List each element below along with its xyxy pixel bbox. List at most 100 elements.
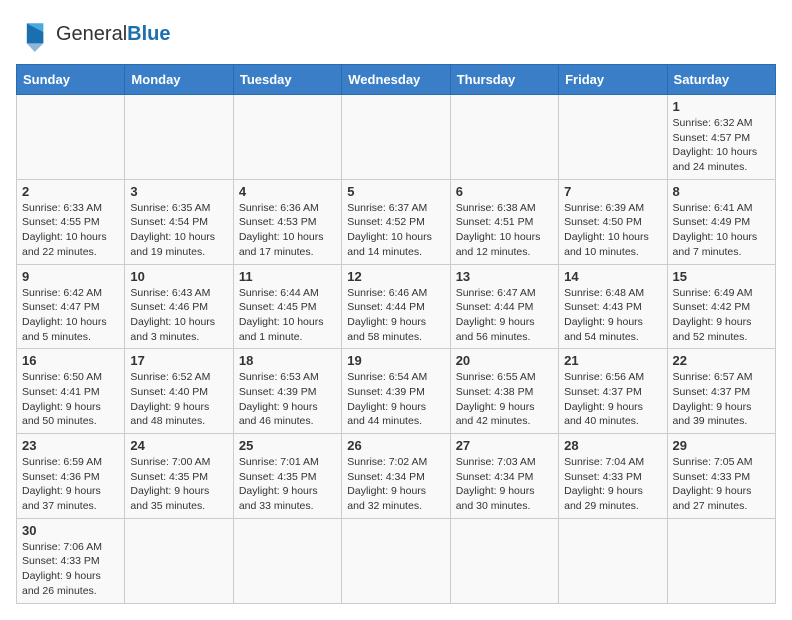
day-info: Sunrise: 6:54 AM Sunset: 4:39 PM Dayligh…: [347, 370, 444, 429]
day-number: 15: [673, 269, 770, 284]
day-number: 3: [130, 184, 227, 199]
day-info: Sunrise: 6:36 AM Sunset: 4:53 PM Dayligh…: [239, 201, 336, 260]
calendar-table: SundayMondayTuesdayWednesdayThursdayFrid…: [16, 64, 776, 604]
day-info: Sunrise: 6:38 AM Sunset: 4:51 PM Dayligh…: [456, 201, 553, 260]
day-number: 19: [347, 353, 444, 368]
day-number: 16: [22, 353, 119, 368]
day-info: Sunrise: 6:56 AM Sunset: 4:37 PM Dayligh…: [564, 370, 661, 429]
day-number: 28: [564, 438, 661, 453]
calendar-cell: [667, 518, 775, 603]
day-number: 27: [456, 438, 553, 453]
day-number: 26: [347, 438, 444, 453]
day-number: 22: [673, 353, 770, 368]
day-info: Sunrise: 6:35 AM Sunset: 4:54 PM Dayligh…: [130, 201, 227, 260]
day-of-week-header: Wednesday: [342, 65, 450, 95]
day-info: Sunrise: 6:32 AM Sunset: 4:57 PM Dayligh…: [673, 116, 770, 175]
day-of-week-header: Friday: [559, 65, 667, 95]
calendar-cell: 30Sunrise: 7:06 AM Sunset: 4:33 PM Dayli…: [17, 518, 125, 603]
day-of-week-header: Monday: [125, 65, 233, 95]
calendar-cell: [17, 95, 125, 180]
calendar-header-row: SundayMondayTuesdayWednesdayThursdayFrid…: [17, 65, 776, 95]
day-info: Sunrise: 6:47 AM Sunset: 4:44 PM Dayligh…: [456, 286, 553, 345]
calendar-cell: [125, 95, 233, 180]
day-info: Sunrise: 7:02 AM Sunset: 4:34 PM Dayligh…: [347, 455, 444, 514]
calendar-cell: 2 Sunrise: 6:33 AM Sunset: 4:55 PM Daylig…: [17, 179, 125, 264]
day-number: 14: [564, 269, 661, 284]
day-number: 24: [130, 438, 227, 453]
calendar-cell: 25 Sunrise: 7:01 AM Sunset: 4:35 PM Dayli…: [233, 434, 341, 519]
calendar-cell: 24 Sunrise: 7:00 AM Sunset: 4:35 PM Dayli…: [125, 434, 233, 519]
calendar-cell: [559, 95, 667, 180]
calendar-cell: 16 Sunrise: 6:50 AM Sunset: 4:41 PM Dayli…: [17, 349, 125, 434]
day-info: Sunrise: 6:41 AM Sunset: 4:49 PM Dayligh…: [673, 201, 770, 260]
calendar-week-row: 9Sunrise: 6:42 AM Sunset: 4:47 PM Daylig…: [17, 264, 776, 349]
day-of-week-header: Tuesday: [233, 65, 341, 95]
day-info: Sunrise: 6:55 AM Sunset: 4:38 PM Dayligh…: [456, 370, 553, 429]
calendar-cell: [342, 95, 450, 180]
calendar-week-row: 16 Sunrise: 6:50 AM Sunset: 4:41 PM Dayli…: [17, 349, 776, 434]
day-info: Sunrise: 6:42 AM Sunset: 4:47 PM Dayligh…: [22, 286, 119, 345]
day-info: Sunrise: 6:50 AM Sunset: 4:41 PM Dayligh…: [22, 370, 119, 429]
calendar-cell: 14Sunrise: 6:48 AM Sunset: 4:43 PM Dayli…: [559, 264, 667, 349]
day-number: 12: [347, 269, 444, 284]
calendar-cell: 11Sunrise: 6:44 AM Sunset: 4:45 PM Dayli…: [233, 264, 341, 349]
calendar-cell: 3 Sunrise: 6:35 AM Sunset: 4:54 PM Daylig…: [125, 179, 233, 264]
day-number: 6: [456, 184, 553, 199]
calendar-cell: 21Sunrise: 6:56 AM Sunset: 4:37 PM Dayli…: [559, 349, 667, 434]
day-of-week-header: Saturday: [667, 65, 775, 95]
calendar-week-row: 1 Sunrise: 6:32 AM Sunset: 4:57 PM Daylig…: [17, 95, 776, 180]
day-info: Sunrise: 7:05 AM Sunset: 4:33 PM Dayligh…: [673, 455, 770, 514]
calendar-cell: 29 Sunrise: 7:05 AM Sunset: 4:33 PM Dayli…: [667, 434, 775, 519]
day-number: 2: [22, 184, 119, 199]
calendar-cell: 1 Sunrise: 6:32 AM Sunset: 4:57 PM Daylig…: [667, 95, 775, 180]
day-number: 18: [239, 353, 336, 368]
calendar-cell: 12 Sunrise: 6:46 AM Sunset: 4:44 PM Dayli…: [342, 264, 450, 349]
calendar-week-row: 30Sunrise: 7:06 AM Sunset: 4:33 PM Dayli…: [17, 518, 776, 603]
day-info: Sunrise: 6:57 AM Sunset: 4:37 PM Dayligh…: [673, 370, 770, 429]
day-info: Sunrise: 6:44 AM Sunset: 4:45 PM Dayligh…: [239, 286, 336, 345]
day-number: 17: [130, 353, 227, 368]
day-info: Sunrise: 6:46 AM Sunset: 4:44 PM Dayligh…: [347, 286, 444, 345]
calendar-cell: 26 Sunrise: 7:02 AM Sunset: 4:34 PM Dayli…: [342, 434, 450, 519]
day-info: Sunrise: 7:01 AM Sunset: 4:35 PM Dayligh…: [239, 455, 336, 514]
day-info: Sunrise: 6:49 AM Sunset: 4:42 PM Dayligh…: [673, 286, 770, 345]
day-number: 25: [239, 438, 336, 453]
day-info: Sunrise: 6:37 AM Sunset: 4:52 PM Dayligh…: [347, 201, 444, 260]
logo-text: GeneralBlue: [56, 23, 171, 46]
day-number: 29: [673, 438, 770, 453]
day-info: Sunrise: 6:53 AM Sunset: 4:39 PM Dayligh…: [239, 370, 336, 429]
calendar-cell: 6 Sunrise: 6:38 AM Sunset: 4:51 PM Daylig…: [450, 179, 558, 264]
day-info: Sunrise: 7:03 AM Sunset: 4:34 PM Dayligh…: [456, 455, 553, 514]
day-info: Sunrise: 6:39 AM Sunset: 4:50 PM Dayligh…: [564, 201, 661, 260]
calendar-week-row: 2 Sunrise: 6:33 AM Sunset: 4:55 PM Daylig…: [17, 179, 776, 264]
calendar-cell: [342, 518, 450, 603]
logo-icon: [16, 16, 52, 52]
day-info: Sunrise: 7:04 AM Sunset: 4:33 PM Dayligh…: [564, 455, 661, 514]
calendar-cell: [559, 518, 667, 603]
calendar-cell: [233, 95, 341, 180]
calendar-cell: 13 Sunrise: 6:47 AM Sunset: 4:44 PM Dayli…: [450, 264, 558, 349]
calendar-cell: 28 Sunrise: 7:04 AM Sunset: 4:33 PM Dayli…: [559, 434, 667, 519]
day-number: 8: [673, 184, 770, 199]
calendar-cell: 4 Sunrise: 6:36 AM Sunset: 4:53 PM Daylig…: [233, 179, 341, 264]
calendar-cell: 27 Sunrise: 7:03 AM Sunset: 4:34 PM Dayli…: [450, 434, 558, 519]
day-number: 1: [673, 99, 770, 114]
calendar-cell: [233, 518, 341, 603]
calendar-cell: [450, 518, 558, 603]
calendar-cell: 20 Sunrise: 6:55 AM Sunset: 4:38 PM Dayli…: [450, 349, 558, 434]
calendar-cell: 7Sunrise: 6:39 AM Sunset: 4:50 PM Daylig…: [559, 179, 667, 264]
calendar-cell: 19 Sunrise: 6:54 AM Sunset: 4:39 PM Dayli…: [342, 349, 450, 434]
day-info: Sunrise: 6:43 AM Sunset: 4:46 PM Dayligh…: [130, 286, 227, 345]
day-of-week-header: Sunday: [17, 65, 125, 95]
day-info: Sunrise: 6:59 AM Sunset: 4:36 PM Dayligh…: [22, 455, 119, 514]
header: GeneralBlue: [16, 16, 776, 52]
day-info: Sunrise: 7:00 AM Sunset: 4:35 PM Dayligh…: [130, 455, 227, 514]
day-info: Sunrise: 6:33 AM Sunset: 4:55 PM Dayligh…: [22, 201, 119, 260]
day-number: 13: [456, 269, 553, 284]
day-number: 20: [456, 353, 553, 368]
day-number: 4: [239, 184, 336, 199]
calendar-cell: 22 Sunrise: 6:57 AM Sunset: 4:37 PM Dayli…: [667, 349, 775, 434]
day-number: 23: [22, 438, 119, 453]
calendar-cell: 17Sunrise: 6:52 AM Sunset: 4:40 PM Dayli…: [125, 349, 233, 434]
calendar-cell: 8 Sunrise: 6:41 AM Sunset: 4:49 PM Daylig…: [667, 179, 775, 264]
